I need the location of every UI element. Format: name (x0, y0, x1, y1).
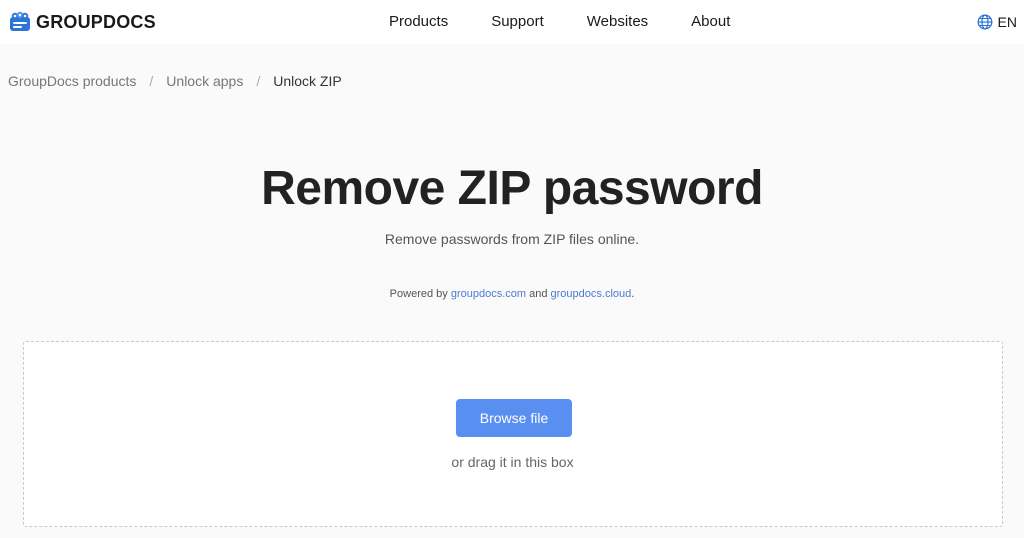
page-title: Remove ZIP password (261, 162, 763, 215)
globe-icon (977, 14, 992, 30)
nav-about[interactable]: About (691, 11, 730, 33)
breadcrumb: GroupDocs products / Unlock apps / Unloc… (8, 72, 342, 90)
nav-products[interactable]: Products (389, 11, 448, 33)
powered-conj: and (529, 288, 548, 300)
language-selector[interactable]: EN (977, 12, 1017, 32)
main-nav: Products Support Websites About (372, 11, 773, 33)
groupdocs-logo[interactable]: GROUPDOCS (9, 11, 156, 33)
groupdocs-logo-icon (10, 11, 30, 31)
breadcrumb-groupdocs-products[interactable]: GroupDocs products (8, 73, 136, 89)
language-label: EN (997, 14, 1017, 30)
groupdocs-com-link[interactable]: groupdocs.com (451, 288, 526, 300)
breadcrumb-separator: / (149, 73, 154, 89)
top-nav-bar: GROUPDOCS Products Support Websites Abou… (0, 0, 1024, 44)
breadcrumb-separator: / (256, 73, 261, 89)
page-subtitle: Remove passwords from ZIP files online. (384, 231, 640, 247)
powered-by-line: Powered by groupdocs.com and groupdocs.c… (0, 287, 1024, 301)
browse-file-button[interactable]: Browse file (456, 399, 572, 437)
drag-hint: or drag it in this box (451, 454, 574, 470)
nav-websites[interactable]: Websites (587, 11, 648, 33)
groupdocs-cloud-link[interactable]: groupdocs.cloud (551, 288, 632, 300)
powered-prefix: Powered by (389, 288, 448, 300)
file-drop-zone[interactable]: Browse file or drag it in this box (23, 341, 1003, 527)
logo-text: GROUPDOCS (36, 12, 156, 32)
powered-suffix: . (631, 288, 635, 300)
nav-support[interactable]: Support (491, 11, 544, 33)
breadcrumb-unlock-apps[interactable]: Unlock apps (166, 73, 243, 89)
breadcrumb-current: Unlock ZIP (273, 73, 342, 89)
